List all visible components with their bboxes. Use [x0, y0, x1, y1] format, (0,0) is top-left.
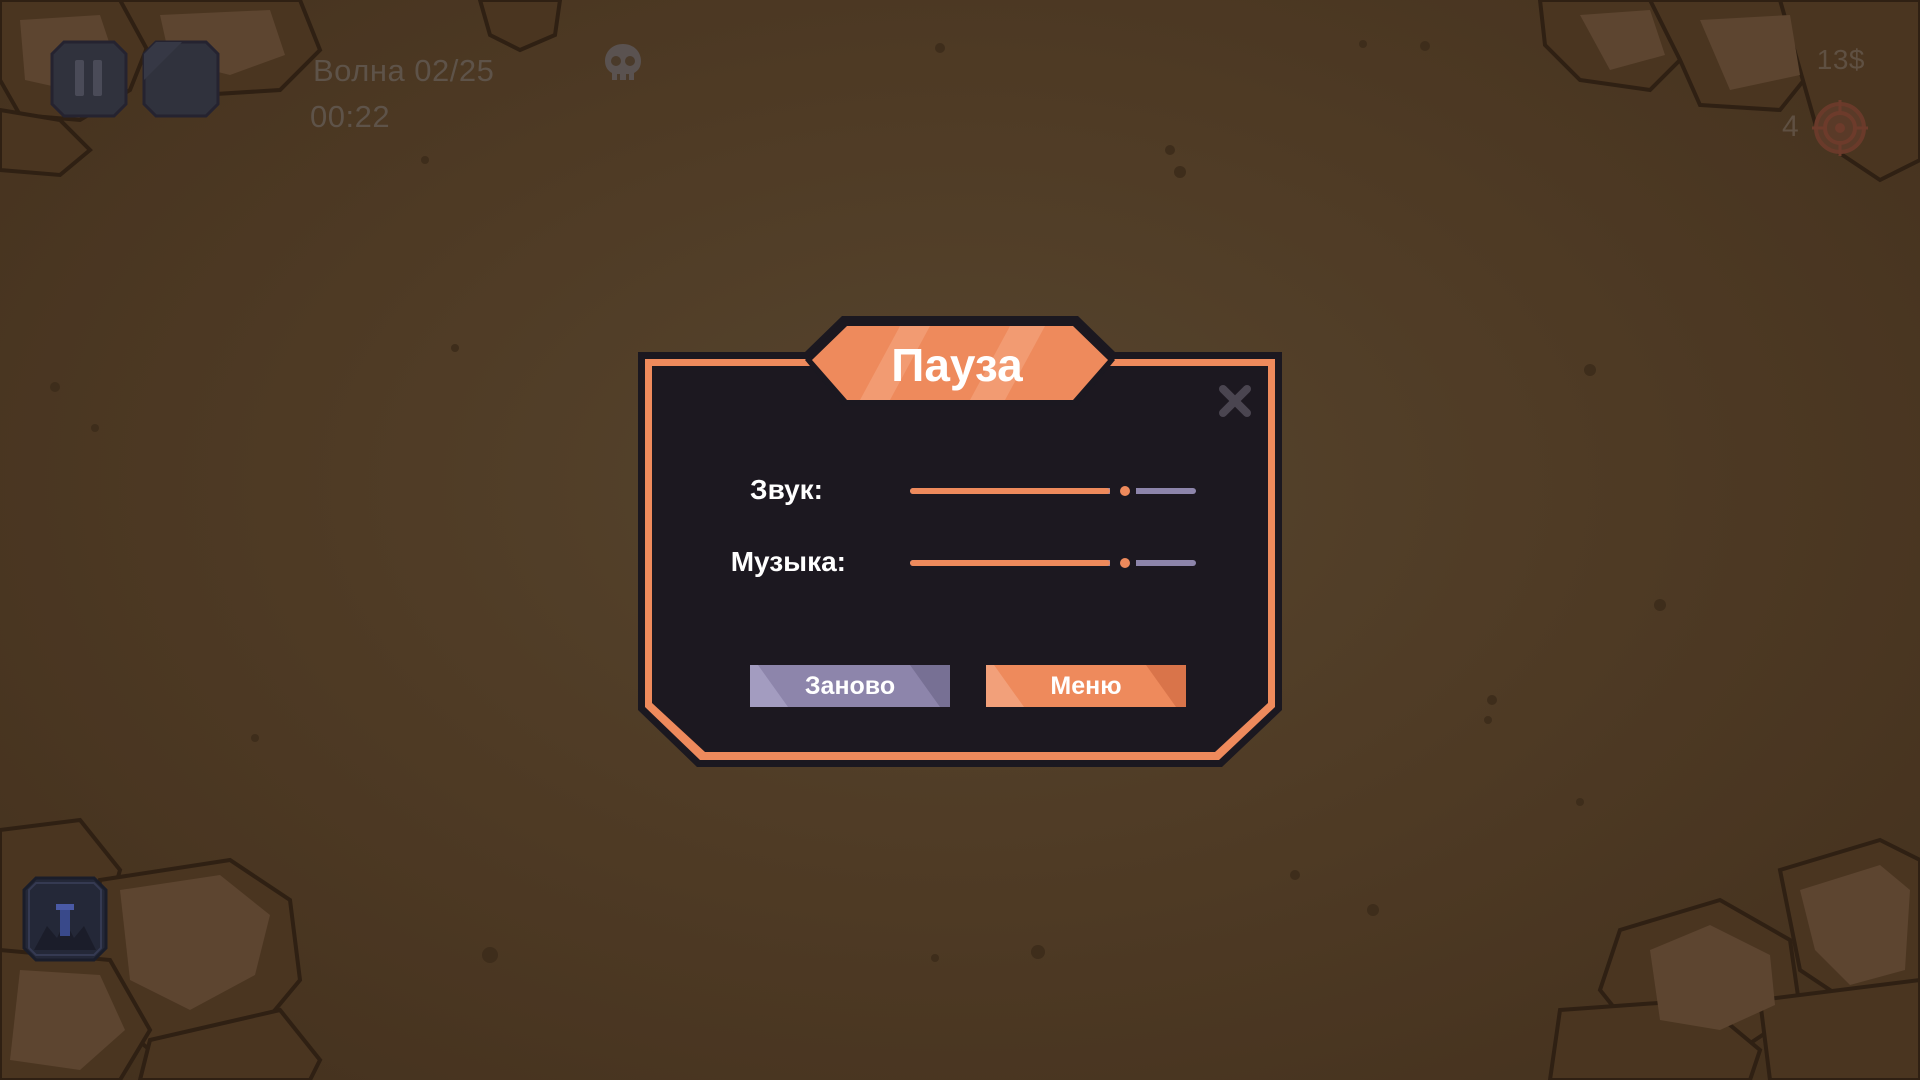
- sound-slider[interactable]: [910, 479, 1200, 503]
- music-slider-handle[interactable]: [1120, 558, 1130, 568]
- sound-slider-handle[interactable]: [1120, 486, 1130, 496]
- pause-dialog-frame: [638, 316, 1282, 767]
- close-icon: [1219, 385, 1251, 417]
- menu-button-label: Меню: [1050, 671, 1122, 700]
- music-slider[interactable]: [910, 551, 1200, 575]
- music-label: Музыка:: [730, 546, 846, 577]
- pause-title: Пауза: [891, 339, 1023, 391]
- restart-button-label: Заново: [804, 671, 896, 700]
- menu-button[interactable]: Меню: [986, 665, 1186, 707]
- sound-label: Звук:: [750, 474, 823, 505]
- close-button[interactable]: [1214, 380, 1256, 422]
- restart-button[interactable]: Заново: [750, 665, 950, 707]
